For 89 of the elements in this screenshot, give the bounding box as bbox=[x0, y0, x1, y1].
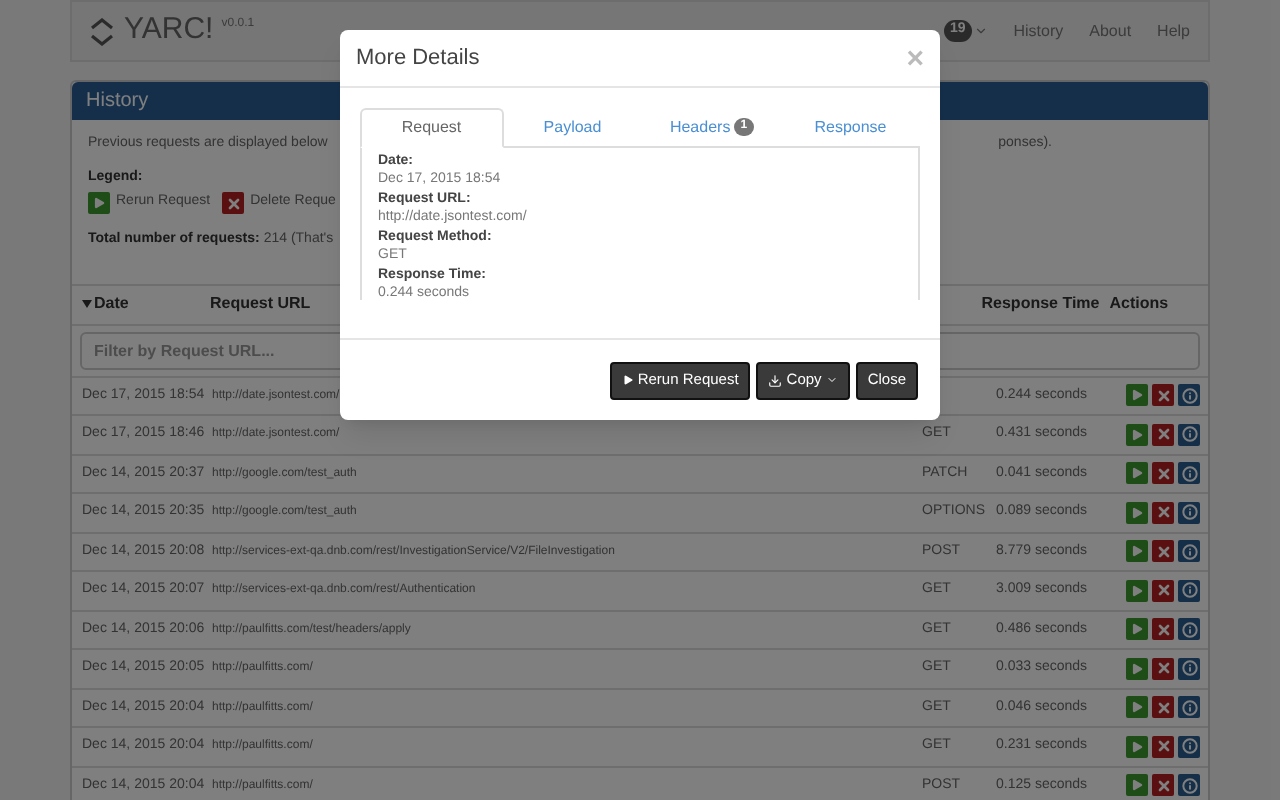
info-icon bbox=[1181, 504, 1197, 521]
rerun-button[interactable] bbox=[1126, 540, 1148, 563]
info-icon bbox=[1181, 387, 1197, 404]
close-icon bbox=[1155, 777, 1171, 794]
play-icon bbox=[1130, 544, 1144, 559]
rerun-button[interactable] bbox=[1126, 462, 1148, 485]
rerun-button[interactable] bbox=[1126, 501, 1148, 524]
brand-name: YARC! bbox=[124, 10, 214, 51]
info-button[interactable] bbox=[1178, 696, 1200, 719]
close-icon bbox=[1155, 699, 1171, 716]
close-icon bbox=[1155, 504, 1171, 521]
play-icon bbox=[1130, 466, 1144, 481]
close-icon bbox=[1155, 387, 1171, 404]
close-icon bbox=[1155, 543, 1171, 560]
info-icon bbox=[1181, 621, 1197, 638]
sort-icon bbox=[82, 300, 92, 308]
rerun-button[interactable] bbox=[88, 192, 110, 214]
delete-button[interactable] bbox=[222, 192, 245, 214]
delete-button[interactable] bbox=[1152, 462, 1174, 485]
close-icon bbox=[1155, 660, 1171, 677]
rerun-button[interactable] bbox=[1126, 774, 1148, 797]
download-icon bbox=[768, 373, 783, 387]
delete-button[interactable] bbox=[1152, 618, 1174, 641]
delete-button[interactable] bbox=[1152, 735, 1174, 758]
info-icon bbox=[1181, 699, 1197, 716]
nav-link[interactable]: History bbox=[1013, 19, 1064, 43]
rerun-button[interactable] bbox=[1126, 384, 1148, 407]
info-button[interactable] bbox=[1178, 462, 1200, 485]
info-icon bbox=[1181, 582, 1197, 599]
info-icon bbox=[1181, 738, 1197, 755]
caret-icon bbox=[973, 24, 988, 38]
delete-button[interactable] bbox=[1152, 540, 1174, 563]
info-button[interactable] bbox=[1178, 774, 1200, 797]
close-icon bbox=[1155, 426, 1171, 443]
column-header[interactable]: Request URL bbox=[209, 292, 311, 316]
play-icon bbox=[1130, 388, 1144, 403]
play-icon bbox=[621, 374, 634, 386]
tab[interactable]: Payload bbox=[503, 108, 642, 146]
play-icon bbox=[1130, 622, 1144, 637]
rerun-button[interactable] bbox=[1126, 696, 1148, 719]
delete-button[interactable] bbox=[1152, 501, 1174, 524]
delete-button[interactable] bbox=[1152, 579, 1174, 602]
close-icon bbox=[1155, 465, 1171, 482]
play-icon bbox=[1130, 583, 1144, 598]
delete-button[interactable] bbox=[1152, 774, 1174, 797]
info-button[interactable] bbox=[1178, 384, 1200, 407]
info-icon bbox=[1181, 465, 1197, 482]
play-icon bbox=[1130, 739, 1144, 754]
close-icon bbox=[1155, 738, 1171, 755]
play-icon bbox=[1130, 427, 1144, 442]
play-icon bbox=[1130, 661, 1144, 676]
caret-icon bbox=[825, 374, 838, 386]
delete-button[interactable] bbox=[1152, 657, 1174, 680]
nav-link[interactable]: Help bbox=[1157, 19, 1190, 43]
column-header[interactable]: Date bbox=[82, 292, 129, 316]
rerun-button[interactable] bbox=[1126, 618, 1148, 641]
play-icon bbox=[1130, 700, 1144, 715]
logo-icon bbox=[88, 17, 116, 45]
info-icon bbox=[1181, 777, 1197, 794]
info-button[interactable] bbox=[1178, 735, 1200, 758]
close-icon bbox=[225, 195, 242, 211]
info-icon bbox=[1181, 543, 1197, 560]
play-icon bbox=[1130, 778, 1144, 793]
delete-button[interactable] bbox=[1152, 696, 1174, 719]
tab[interactable]: Response bbox=[781, 108, 920, 146]
rerun-button[interactable] bbox=[1126, 579, 1148, 602]
rerun-button[interactable] bbox=[1126, 735, 1148, 758]
info-button[interactable] bbox=[1178, 579, 1200, 602]
panel-title: History bbox=[86, 88, 149, 116]
info-icon bbox=[1181, 660, 1197, 677]
info-button[interactable] bbox=[1178, 540, 1200, 563]
column-header[interactable]: Response Time bbox=[981, 292, 1100, 316]
play-icon bbox=[92, 196, 106, 210]
column-header[interactable]: Actions bbox=[1109, 292, 1169, 316]
play-icon bbox=[1130, 505, 1144, 520]
info-icon bbox=[1181, 426, 1197, 443]
info-button[interactable] bbox=[1178, 657, 1200, 680]
tab[interactable]: Request bbox=[360, 108, 503, 148]
info-button[interactable] bbox=[1178, 423, 1200, 446]
close-icon bbox=[1155, 621, 1171, 638]
info-button[interactable] bbox=[1178, 501, 1200, 524]
nav-link[interactable]: About bbox=[1089, 19, 1132, 43]
rerun-button[interactable] bbox=[1126, 657, 1148, 680]
info-button[interactable] bbox=[1178, 618, 1200, 641]
delete-button[interactable] bbox=[1152, 423, 1174, 446]
dialog-title: More Details bbox=[356, 43, 480, 74]
rerun-button[interactable] bbox=[1126, 423, 1148, 446]
delete-button[interactable] bbox=[1152, 384, 1174, 407]
close-icon bbox=[1155, 582, 1171, 599]
